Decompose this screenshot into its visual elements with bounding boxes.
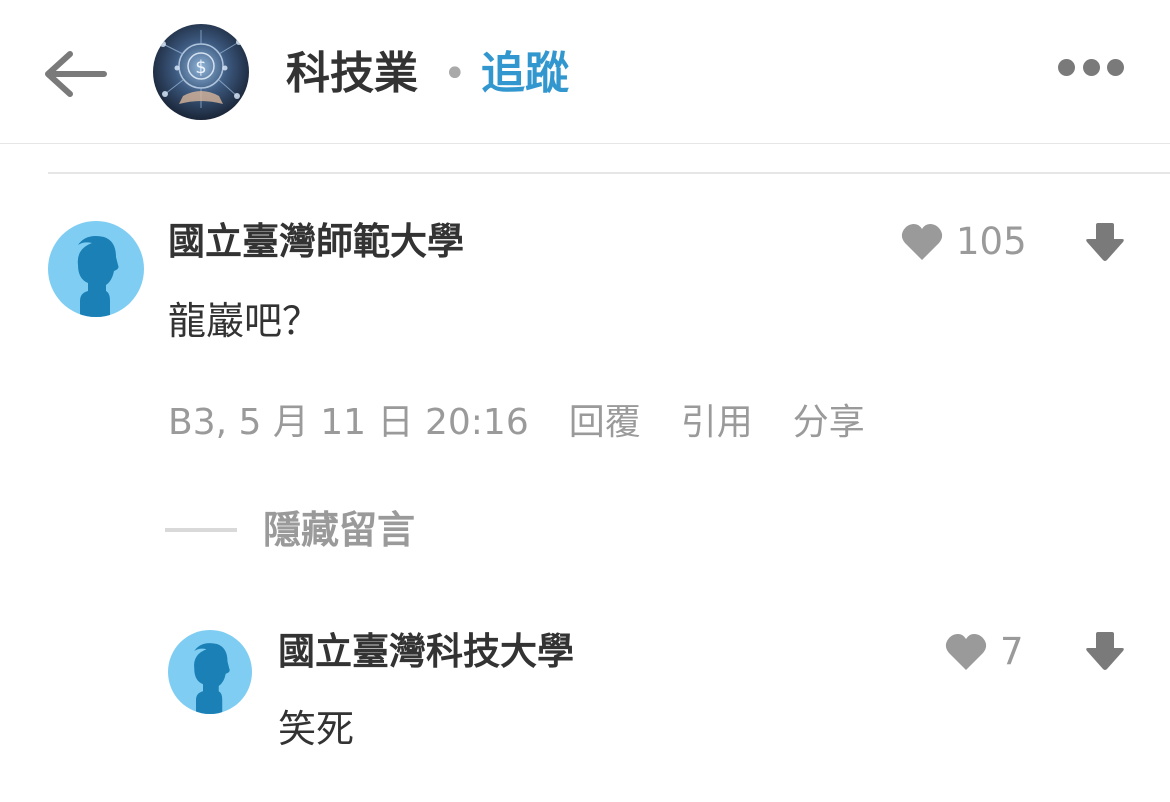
avatar[interactable] bbox=[48, 221, 144, 317]
forum-avatar[interactable]: $ bbox=[153, 24, 249, 120]
like-count: 105 bbox=[956, 220, 1027, 263]
more-options-button[interactable] bbox=[1058, 54, 1124, 80]
quote-button[interactable]: 引用 bbox=[681, 400, 753, 446]
floor-and-time: B3, 5 月 11 日 20:16 bbox=[168, 402, 529, 443]
share-button[interactable]: 分享 bbox=[793, 400, 865, 446]
comment-author[interactable]: 國立臺灣科技大學 bbox=[278, 628, 574, 676]
like-count: 7 bbox=[1000, 630, 1024, 673]
svg-text:$: $ bbox=[195, 57, 206, 78]
top-bar: $ 科技業 • 追蹤 bbox=[0, 0, 1170, 144]
hide-replies-label: 隱藏留言 bbox=[263, 508, 416, 552]
comment-author[interactable]: 國立臺灣師範大學 bbox=[168, 218, 464, 266]
like-button[interactable]: 7 bbox=[944, 628, 1024, 676]
hide-replies-toggle[interactable]: 隱藏留言 bbox=[165, 505, 415, 555]
follow-button[interactable]: 追蹤 bbox=[481, 46, 569, 102]
heart-icon bbox=[945, 634, 987, 670]
more-dots-icon bbox=[1058, 58, 1075, 76]
user-avatar-icon bbox=[194, 643, 230, 714]
title-separator: • bbox=[443, 51, 467, 97]
comment-text: 龍巖吧？ bbox=[168, 299, 321, 343]
comment-text: 笑死 bbox=[278, 707, 355, 751]
downvote-button[interactable] bbox=[1085, 630, 1125, 672]
back-arrow-icon bbox=[45, 51, 107, 97]
heart-icon bbox=[901, 224, 943, 260]
forum-title[interactable]: 科技業 bbox=[286, 46, 418, 102]
avatar[interactable] bbox=[168, 630, 252, 714]
hide-line bbox=[165, 528, 237, 532]
tech-network-icon: $ bbox=[153, 24, 249, 120]
reply-button[interactable]: 回覆 bbox=[569, 400, 641, 446]
section-divider bbox=[48, 172, 1170, 174]
downvote-button[interactable] bbox=[1085, 221, 1125, 263]
downvote-arrow-icon bbox=[1086, 632, 1124, 670]
back-button[interactable] bbox=[40, 44, 110, 104]
downvote-arrow-icon bbox=[1086, 223, 1124, 261]
like-button[interactable]: 105 bbox=[900, 218, 1027, 266]
user-avatar-icon bbox=[77, 236, 119, 317]
comment-meta: B3, 5 月 11 日 20:16 回覆 引用 分享 bbox=[168, 400, 865, 446]
